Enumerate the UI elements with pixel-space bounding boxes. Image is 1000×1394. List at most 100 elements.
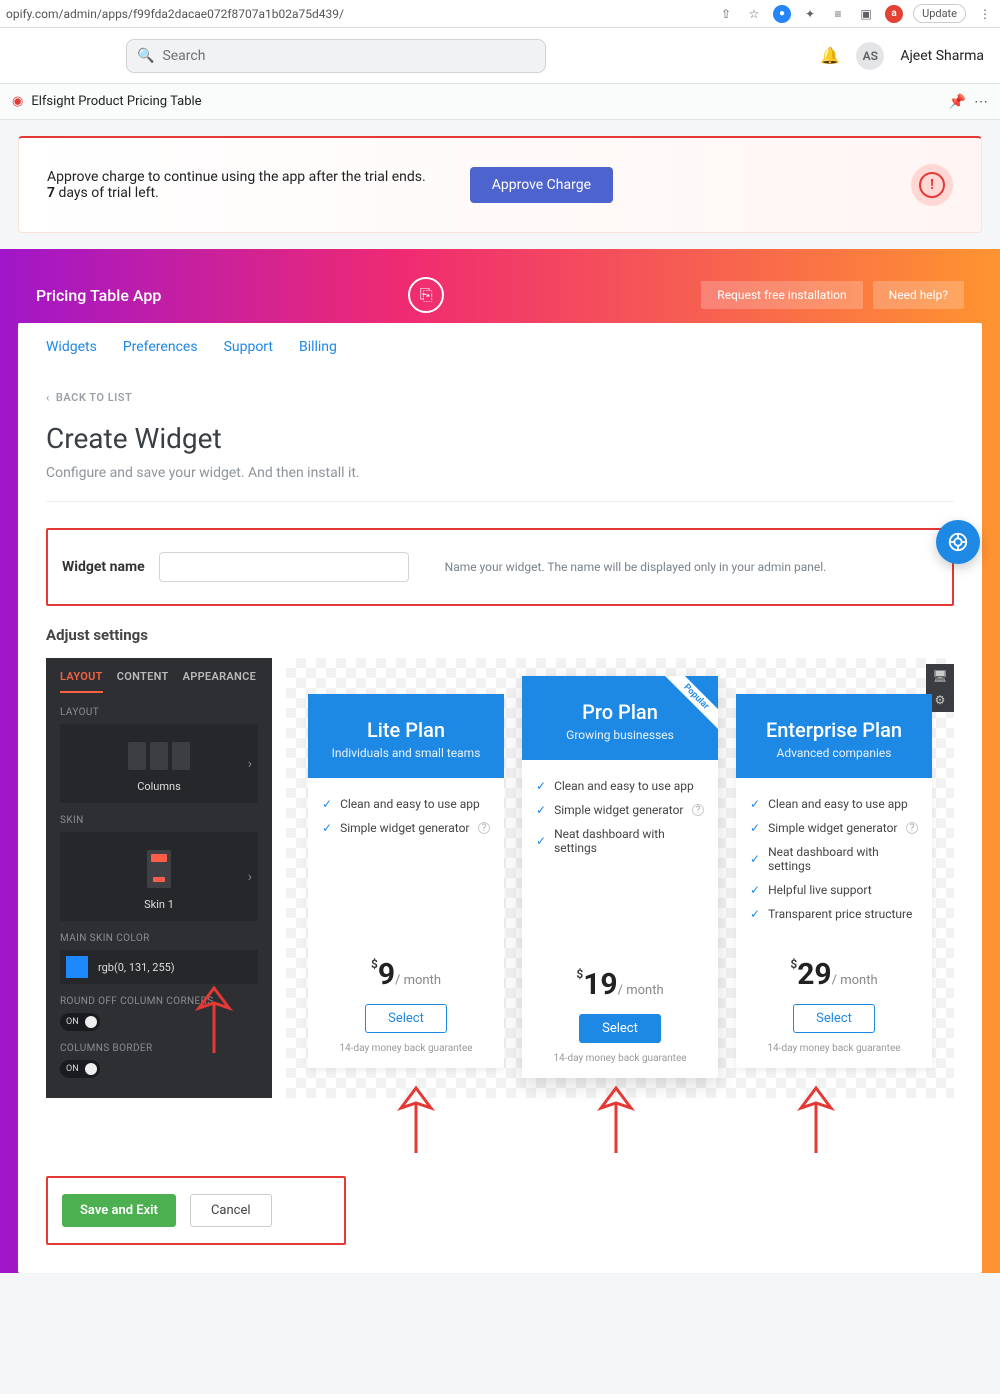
notice-line1: Approve charge to continue using the app…: [47, 169, 426, 185]
plan-sub: Advanced companies: [746, 746, 922, 760]
app-name: Elfsight Product Pricing Table: [31, 94, 201, 109]
feature-item: ✓Neat dashboard with settings: [750, 840, 918, 878]
check-icon: ✓: [750, 907, 760, 921]
layout-option-card[interactable]: Columns ›: [60, 724, 258, 803]
color-swatch: [66, 956, 88, 978]
feature-item: ✓Clean and easy to use app: [750, 792, 918, 816]
hero-title: Pricing Table App: [36, 286, 161, 305]
tab-billing[interactable]: Billing: [299, 339, 337, 355]
tab-widgets[interactable]: Widgets: [46, 339, 97, 355]
request-install-button[interactable]: Request free installation: [701, 281, 862, 309]
plan-enterprise: Enterprise Plan Advanced companies ✓Clean…: [736, 694, 932, 1068]
notice-text: Approve charge to continue using the app…: [47, 169, 426, 201]
annotation-arrow: [386, 1078, 446, 1158]
bell-icon[interactable]: 🔔: [820, 46, 840, 65]
feature-item: ✓Clean and easy to use app: [322, 792, 490, 816]
feature-item: ✓Clean and easy to use app: [536, 774, 704, 798]
info-icon[interactable]: ?: [692, 804, 704, 816]
info-icon[interactable]: ?: [478, 822, 490, 834]
browser-toolbar-icons: ⇧ ☆ ● ✦ ≡ ▣ a Update ⋮: [717, 4, 994, 23]
skin-label: SKIN: [60, 815, 258, 826]
plan-price: $9/ month: [308, 957, 504, 992]
user-avatar[interactable]: AS: [856, 42, 884, 70]
plan-price: $29/ month: [736, 957, 932, 992]
page-title: Create Widget: [46, 422, 954, 455]
round-corners-toggle[interactable]: ON: [60, 1013, 100, 1031]
profile-avatar-icon[interactable]: a: [885, 5, 903, 23]
share-icon[interactable]: ⇧: [717, 5, 735, 23]
panel-icon[interactable]: ▣: [857, 5, 875, 23]
playlist-icon[interactable]: ≡: [829, 5, 847, 23]
save-and-exit-button[interactable]: Save and Exit: [62, 1194, 176, 1227]
color-value: rgb(0, 131, 255): [98, 961, 175, 974]
chevron-left-icon: ‹: [46, 391, 50, 404]
shopify-header: 🔍 Search 🔔 AS Ajeet Sharma: [0, 28, 1000, 84]
widget-name-input[interactable]: [159, 552, 409, 582]
settings-sidebar: LAYOUT CONTENT APPEARANCE LAYOUT Columns…: [46, 658, 272, 1098]
layout-option-label: Columns: [70, 780, 248, 793]
sidebar-tab-content[interactable]: CONTENT: [117, 670, 169, 693]
save-section: Save and Exit Cancel: [46, 1176, 346, 1245]
preview-area: 🖥⚙ Lite PlanIndividuals and small teams …: [286, 658, 954, 1098]
select-plan-button[interactable]: Select: [793, 1004, 875, 1033]
widget-name-hint: Name your widget. The name will be displ…: [445, 560, 827, 574]
sidebar-tab-appearance[interactable]: APPEARANCE: [183, 670, 257, 693]
need-help-button[interactable]: Need help?: [873, 281, 964, 309]
check-icon: ✓: [322, 797, 332, 811]
notice-days-rest: days of trial left.: [55, 185, 159, 201]
select-plan-button[interactable]: Select: [365, 1004, 447, 1033]
plan-name: Enterprise Plan: [746, 718, 922, 742]
search-input[interactable]: 🔍 Search: [126, 39, 546, 73]
puzzle-icon[interactable]: ✦: [801, 5, 819, 23]
url-text: opify.com/admin/apps/f99fda2dacae072f870…: [6, 7, 344, 21]
tab-support[interactable]: Support: [224, 339, 273, 355]
check-icon: ✓: [322, 821, 332, 835]
hero-logo-icon: ⎘: [408, 277, 444, 313]
search-placeholder: Search: [162, 48, 205, 64]
sidebar-tab-layout[interactable]: LAYOUT: [60, 670, 103, 693]
trial-notice: Approve charge to continue using the app…: [18, 136, 982, 233]
plan-lite: Lite PlanIndividuals and small teams ✓Cl…: [308, 694, 504, 1068]
guarantee-text: 14-day money back guarantee: [736, 1043, 932, 1068]
back-to-list-link[interactable]: ‹BACK TO LIST: [46, 391, 954, 404]
plan-sub: Individuals and small teams: [318, 746, 494, 760]
annotation-arrow: [786, 1078, 846, 1158]
feature-item: ✓Transparent price structure: [750, 902, 918, 926]
select-plan-button[interactable]: Select: [579, 1014, 661, 1043]
color-label: MAIN SKIN COLOR: [60, 933, 258, 944]
feature-item: ✓Neat dashboard with settings: [536, 822, 704, 860]
skin-option-card[interactable]: Skin 1 ›: [60, 832, 258, 921]
more-icon[interactable]: ⋯: [974, 94, 988, 110]
approve-charge-button[interactable]: Approve Charge: [470, 167, 613, 203]
browser-update-button[interactable]: Update: [913, 4, 966, 23]
cancel-button[interactable]: Cancel: [190, 1194, 272, 1227]
search-icon: 🔍: [137, 48, 154, 64]
columns-border-toggle[interactable]: ON: [60, 1060, 100, 1078]
plan-price: $19/ month: [522, 967, 718, 1002]
nav-tabs: Widgets Preferences Support Billing: [18, 323, 982, 371]
app-logo-icon: ◉: [12, 94, 23, 109]
columns-icon: [70, 742, 248, 770]
extension-icon[interactable]: ●: [773, 5, 791, 23]
help-chat-icon[interactable]: [936, 520, 980, 564]
guarantee-text: 14-day money back guarantee: [308, 1043, 504, 1068]
tab-preferences[interactable]: Preferences: [123, 339, 198, 355]
adjust-settings-title: Adjust settings: [46, 626, 954, 644]
divider: [46, 501, 954, 502]
check-icon: ✓: [750, 797, 760, 811]
desktop-icon[interactable]: 🖥: [926, 664, 954, 688]
user-name[interactable]: Ajeet Sharma: [900, 48, 984, 64]
feature-item: ✓Simple widget generator?: [322, 816, 490, 840]
kebab-icon[interactable]: ⋮: [976, 5, 994, 23]
check-icon: ✓: [750, 821, 760, 835]
guarantee-text: 14-day money back guarantee: [522, 1053, 718, 1078]
layout-label: LAYOUT: [60, 707, 258, 718]
info-icon[interactable]: ?: [906, 822, 918, 834]
feature-item: ✓Helpful live support: [750, 878, 918, 902]
annotation-arrow: [586, 1078, 646, 1158]
plan-pro: Popular Pro PlanGrowing businesses ✓Clea…: [522, 676, 718, 1078]
bookmark-icon[interactable]: ☆: [745, 5, 763, 23]
pin-icon[interactable]: 📌: [949, 94, 966, 110]
alert-icon: !: [911, 164, 953, 206]
check-icon: ✓: [536, 834, 546, 848]
